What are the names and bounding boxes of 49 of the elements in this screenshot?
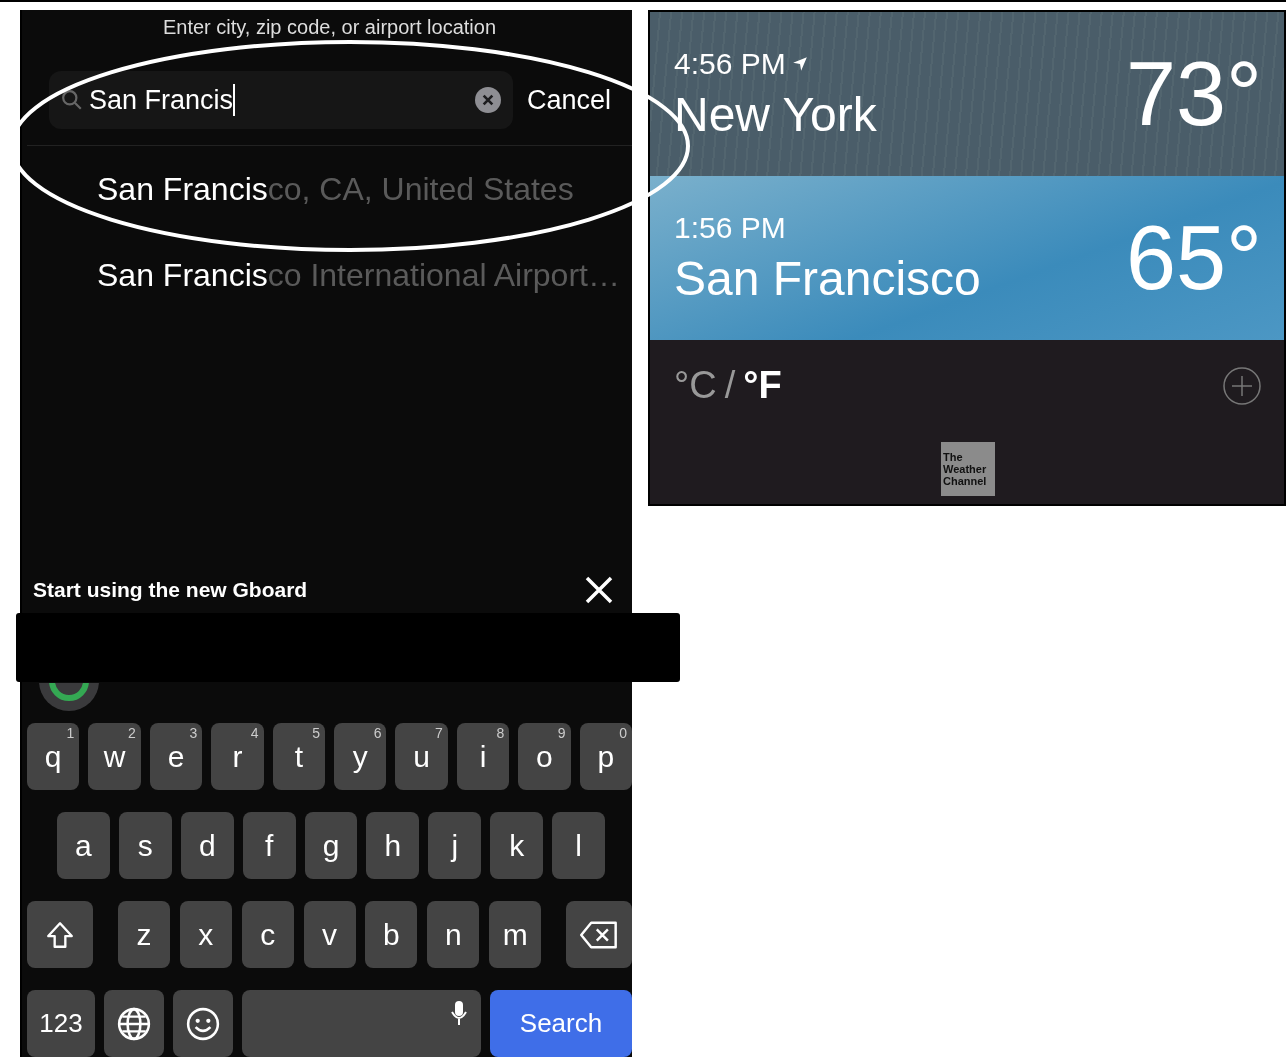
key[interactable]: j [428, 812, 482, 879]
local-time: 1:56 PM [674, 210, 786, 245]
key[interactable]: l [552, 812, 605, 879]
search-field[interactable]: San Francis [49, 71, 513, 129]
city-row[interactable]: 4:56 PM New York 73° [650, 12, 1284, 176]
backspace-icon [579, 919, 619, 950]
add-icon[interactable] [1222, 365, 1262, 406]
key[interactable]: v [303, 901, 356, 968]
key[interactable]: g [304, 812, 358, 879]
key[interactable]: a [57, 812, 110, 879]
key[interactable]: z [117, 901, 170, 968]
key[interactable]: n [427, 901, 480, 968]
fahrenheit-toggle[interactable]: °F [743, 364, 782, 407]
suggestion-item[interactable]: San Francisco International Airport… [27, 232, 632, 318]
search-button[interactable]: Search [490, 990, 632, 1057]
close-icon[interactable] [584, 575, 614, 605]
celsius-toggle[interactable]: °C [674, 364, 717, 407]
temperature: 73° [1125, 42, 1262, 146]
key[interactable]: d [180, 812, 234, 879]
suggestion-item[interactable]: San Francisco, CA, United States [27, 146, 632, 232]
city-row[interactable]: 1:56 PM San Francisco 65° [650, 176, 1284, 340]
cancel-button[interactable]: Cancel [527, 84, 612, 116]
search-prompt: Enter city, zip code, or airport location [161, 16, 498, 40]
key[interactable]: h [366, 812, 420, 879]
clear-icon[interactable] [475, 87, 501, 113]
key[interactable]: x [179, 901, 232, 968]
key[interactable]: c [241, 901, 294, 968]
city-name: San Francisco [674, 250, 981, 306]
shift-key[interactable] [27, 901, 93, 968]
backspace-key[interactable] [566, 901, 632, 968]
temperature: 65° [1125, 206, 1262, 310]
smiley-icon [186, 1006, 220, 1041]
key[interactable]: k [490, 812, 544, 879]
weather-channel-logo[interactable]: The Weather Channel [941, 442, 995, 496]
key[interactable]: b [365, 901, 418, 968]
search-icon [61, 89, 83, 111]
unit-separator: / [724, 364, 736, 407]
key[interactable]: m [489, 901, 542, 968]
key[interactable]: s [118, 812, 172, 879]
emoji-key[interactable] [173, 990, 233, 1057]
globe-key[interactable] [104, 990, 164, 1057]
key[interactable]: f [242, 812, 296, 879]
location-arrow-icon [791, 55, 808, 72]
numbers-key[interactable]: 123 [27, 990, 95, 1057]
microphone-icon[interactable] [451, 1000, 467, 1026]
local-time: 4:56 PM [674, 46, 786, 81]
city-name: New York [674, 86, 877, 142]
globe-icon [117, 1006, 151, 1041]
banner-title: Start using the new Gboard [33, 578, 308, 602]
